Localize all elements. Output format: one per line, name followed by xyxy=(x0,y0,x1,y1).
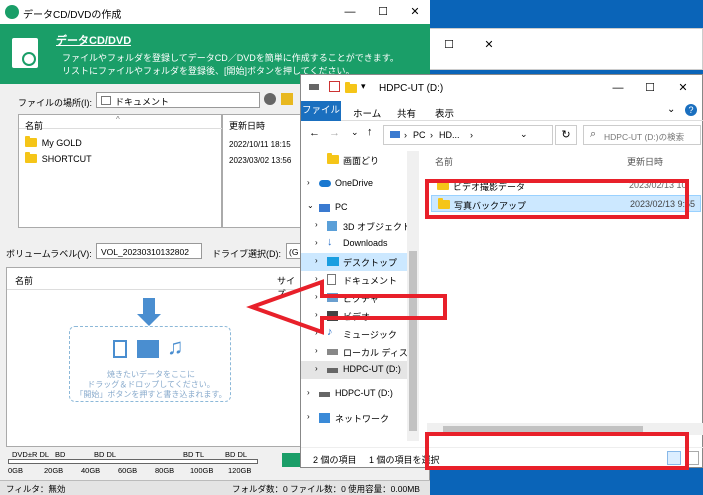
highlight-box-bottom xyxy=(425,432,689,470)
annotation-overlay xyxy=(246,179,689,470)
highlight-box xyxy=(425,179,689,219)
drag-arrow xyxy=(246,279,447,335)
